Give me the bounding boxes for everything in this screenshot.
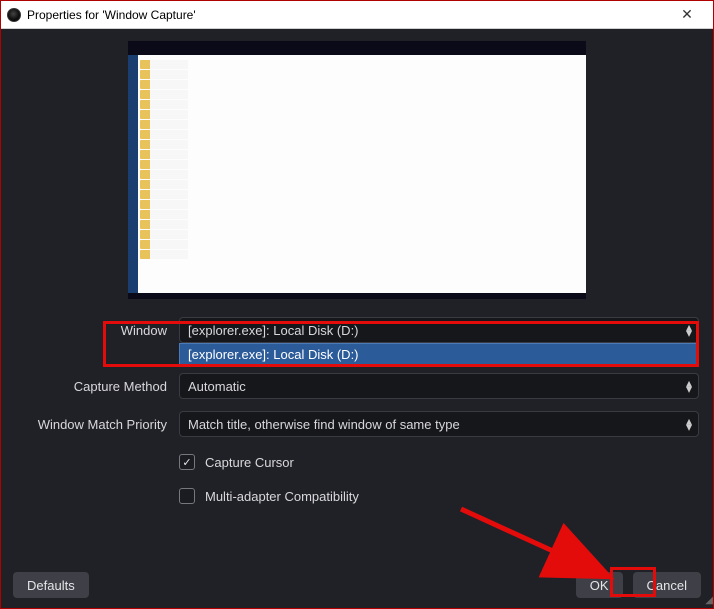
match-priority-value: Match title, otherwise find window of sa… bbox=[188, 417, 460, 432]
window-dropdown-option[interactable]: [explorer.exe]: Local Disk (D:) bbox=[179, 343, 699, 365]
capture-method-select[interactable]: Automatic ▴▾ bbox=[179, 373, 699, 399]
row-capture-method: Capture Method Automatic ▴▾ bbox=[15, 369, 699, 403]
close-icon[interactable]: ✕ bbox=[667, 6, 707, 23]
match-priority-label: Window Match Priority bbox=[15, 417, 179, 432]
ok-button[interactable]: OK bbox=[576, 572, 623, 598]
window-title: Properties for 'Window Capture' bbox=[27, 8, 667, 22]
properties-form: Window [explorer.exe]: Local Disk (D:) ▴… bbox=[1, 309, 713, 513]
row-match-priority: Window Match Priority Match title, other… bbox=[15, 407, 699, 441]
match-priority-select[interactable]: Match title, otherwise find window of sa… bbox=[179, 411, 699, 437]
multi-adapter-label: Multi-adapter Compatibility bbox=[205, 489, 359, 504]
dialog-footer: Defaults OK Cancel bbox=[1, 566, 713, 608]
defaults-button[interactable]: Defaults bbox=[13, 572, 89, 598]
capture-method-label: Capture Method bbox=[15, 379, 179, 394]
row-capture-cursor: ✓ Capture Cursor bbox=[15, 445, 699, 479]
window-label: Window bbox=[15, 323, 179, 338]
obs-app-icon bbox=[7, 8, 21, 22]
preview-area bbox=[1, 29, 713, 309]
capture-cursor-label: Capture Cursor bbox=[205, 455, 294, 470]
window-option-label: [explorer.exe]: Local Disk (D:) bbox=[188, 347, 359, 362]
resize-grip-icon[interactable]: ◢ bbox=[705, 595, 711, 606]
checkbox-icon bbox=[179, 488, 195, 504]
chevron-updown-icon: ▴▾ bbox=[686, 324, 692, 336]
cancel-button[interactable]: Cancel bbox=[633, 572, 701, 598]
capture-cursor-checkbox[interactable]: ✓ Capture Cursor bbox=[179, 448, 699, 476]
window-select-value: [explorer.exe]: Local Disk (D:) bbox=[188, 323, 359, 338]
window-select[interactable]: [explorer.exe]: Local Disk (D:) ▴▾ bbox=[179, 317, 699, 343]
chevron-updown-icon: ▴▾ bbox=[686, 418, 692, 430]
capture-method-value: Automatic bbox=[188, 379, 246, 394]
row-window: Window [explorer.exe]: Local Disk (D:) ▴… bbox=[15, 313, 699, 347]
chevron-updown-icon: ▴▾ bbox=[686, 380, 692, 392]
checkbox-icon: ✓ bbox=[179, 454, 195, 470]
titlebar: Properties for 'Window Capture' ✕ bbox=[1, 1, 713, 29]
multi-adapter-checkbox[interactable]: Multi-adapter Compatibility bbox=[179, 482, 699, 510]
capture-preview bbox=[128, 41, 586, 299]
row-multi-adapter: Multi-adapter Compatibility bbox=[15, 479, 699, 513]
